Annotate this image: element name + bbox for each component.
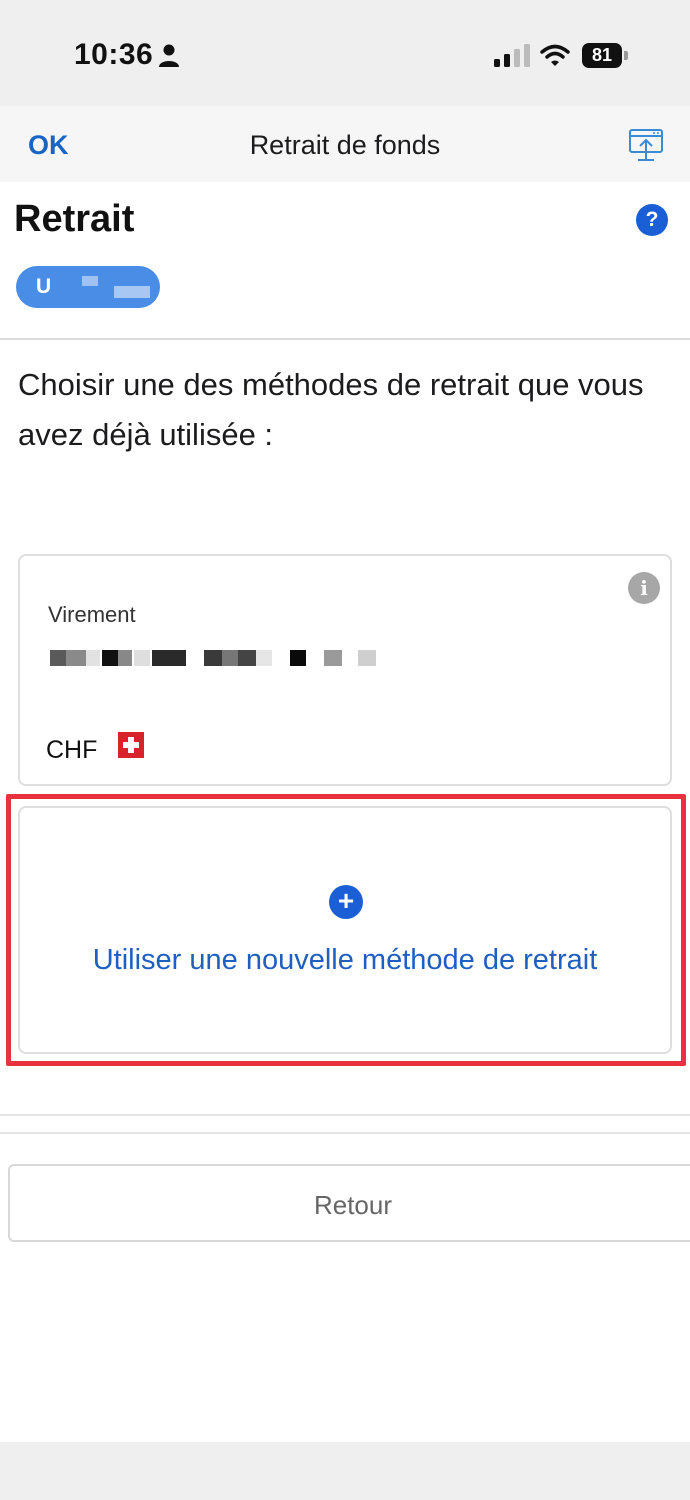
wifi-icon (540, 44, 570, 66)
battery-icon: 81 (582, 43, 628, 68)
bottom-bar (0, 1442, 690, 1500)
new-method-label: Utiliser une nouvelle méthode de retrait (92, 944, 598, 976)
battery-cap (624, 51, 628, 60)
saved-method-card[interactable]: i Virement CHF (18, 554, 672, 786)
account-initial: U (36, 275, 52, 298)
share-icon[interactable] (628, 126, 664, 162)
divider (0, 338, 690, 340)
battery-level: 81 (582, 43, 622, 68)
help-icon[interactable]: ? (636, 204, 668, 236)
plus-circle-icon: + (329, 885, 363, 919)
status-time: 10:36 (74, 38, 154, 71)
instruction-text: Choisir une des méthodes de retrait que … (18, 367, 644, 452)
status-bar: 10:36 81 (0, 0, 690, 106)
new-method-button[interactable]: + Utiliser une nouvelle méthode de retra… (18, 806, 672, 1054)
back-label: Retour (313, 1190, 393, 1220)
divider (0, 1132, 690, 1134)
signal-icon (494, 44, 530, 67)
navigation-bar: OK Retrait de fonds (0, 106, 690, 182)
info-icon[interactable]: i (628, 572, 660, 604)
currency-label: CHF (46, 736, 98, 764)
redacted-account-name (114, 286, 150, 298)
redacted-account-name (82, 276, 98, 286)
masked-account-number (50, 650, 380, 666)
account-selector[interactable]: U (16, 266, 160, 308)
divider (0, 1114, 690, 1116)
nav-title: Retrait de fonds (249, 130, 441, 160)
swiss-flag-icon (118, 732, 144, 758)
page-title: Retrait (14, 198, 135, 240)
back-button[interactable]: Retour (8, 1164, 690, 1242)
person-icon (159, 44, 179, 67)
method-type: Virement (48, 602, 136, 627)
